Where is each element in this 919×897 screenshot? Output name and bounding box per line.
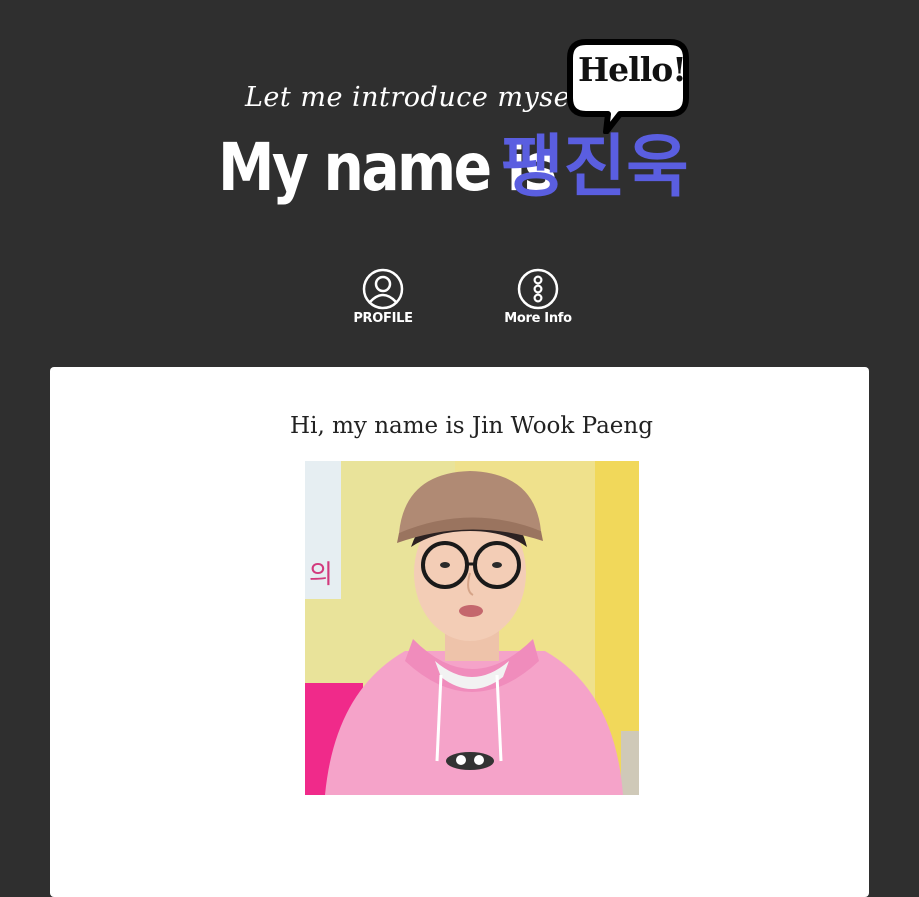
card-title: Hi, my name is Jin Wook Paeng	[290, 413, 653, 439]
wall-sign-text: 의	[309, 560, 333, 590]
user-circle-icon	[362, 268, 404, 310]
nav-profile-label: PROFILE	[353, 311, 413, 326]
site-header: Let me introduce myself Hello! My name i…	[0, 0, 919, 240]
intro-text: Let me introduce myself	[245, 82, 590, 113]
headline-korean-name: 팽진욱	[501, 128, 689, 207]
vertical-dots-circle-icon	[517, 268, 559, 310]
profile-photo: 의	[305, 461, 639, 795]
content-card: Hi, my name is Jin Wook Paeng 의	[50, 367, 869, 897]
nav-profile-button[interactable]: PROFILE	[328, 268, 438, 326]
nav-more-info-label: More Info	[504, 311, 572, 326]
hello-text: Hello!	[578, 50, 687, 89]
headline: My name is 팽진욱	[218, 128, 689, 208]
nav-more-info-button[interactable]: More Info	[483, 268, 593, 326]
